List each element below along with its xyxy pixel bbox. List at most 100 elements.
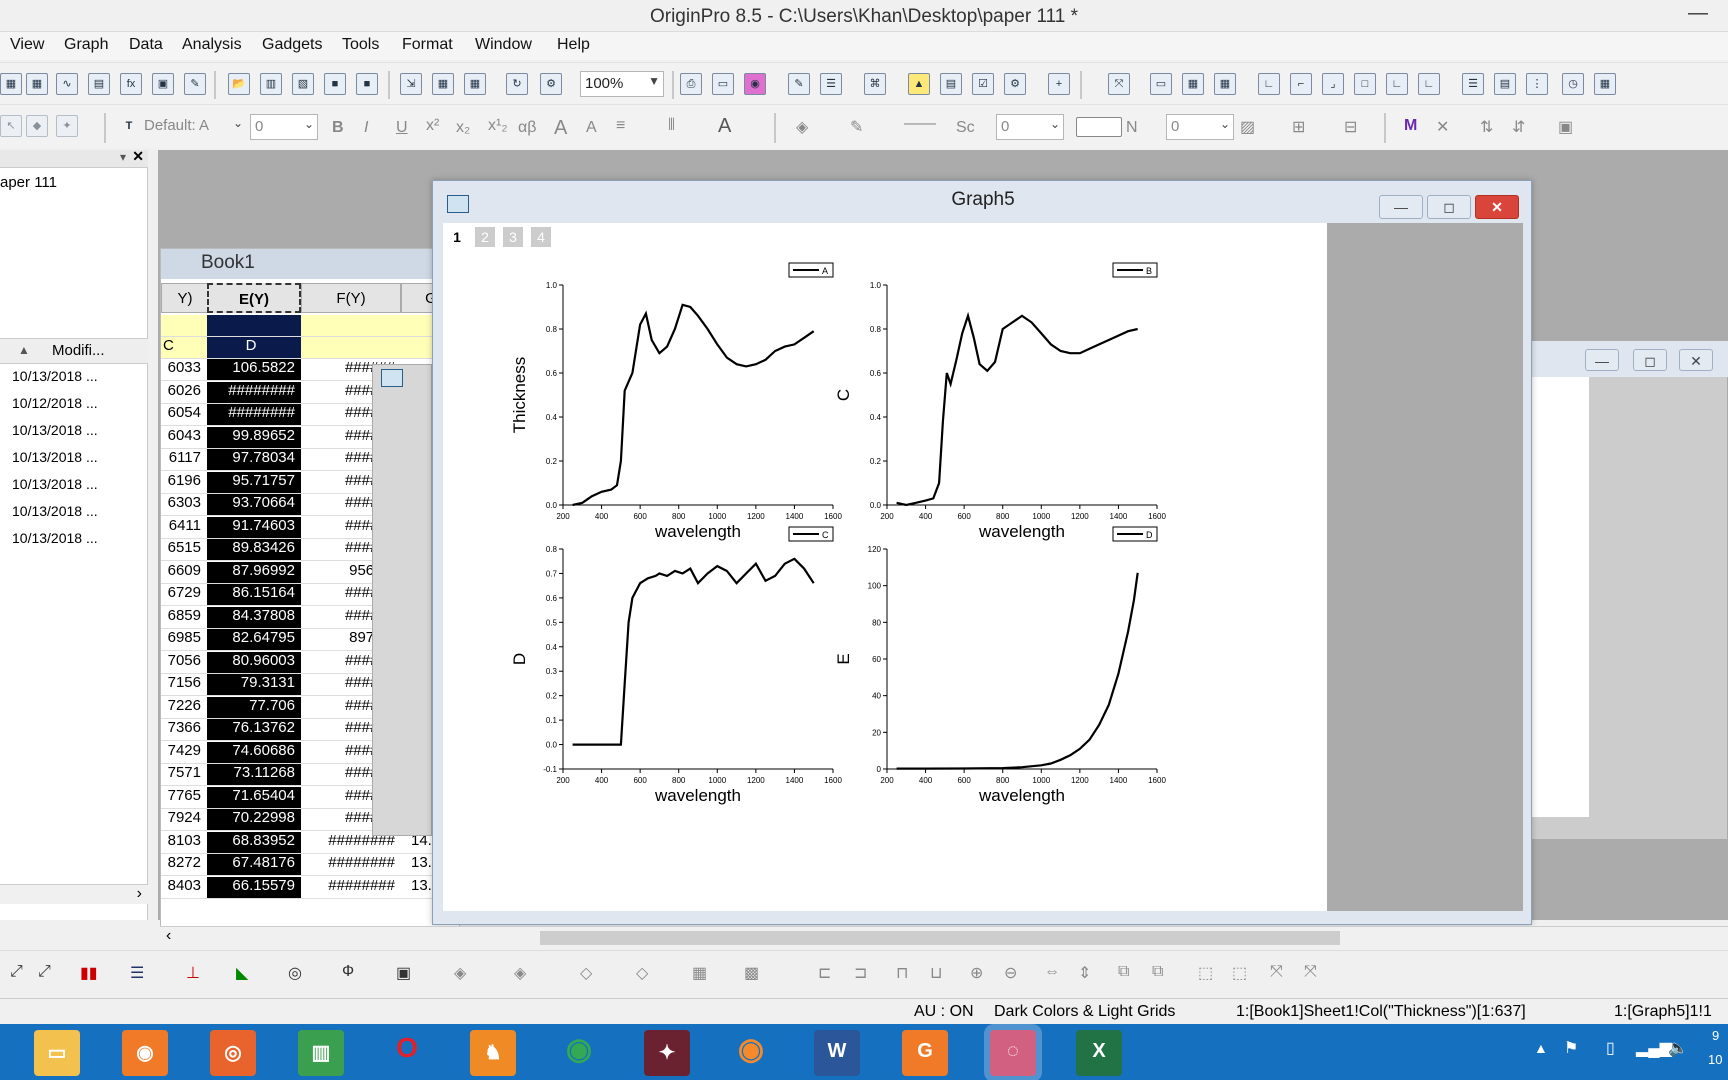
align-right-icon[interactable]: ⊐ [854,963,867,983]
cell-e[interactable]: 73.11268 [207,764,301,786]
cell-e[interactable]: 71.65404 [207,786,301,809]
cell-e[interactable]: ######## [207,404,301,426]
grid-border-icon[interactable]: ⊞ [1292,117,1305,137]
cell-e[interactable]: 68.83952 [207,831,301,854]
scrollbar-thumb[interactable] [540,931,1340,945]
cell-e[interactable]: 82.64795 [207,629,301,651]
workspace-scrollbar[interactable]: ‹ [160,926,1728,948]
cell-d[interactable]: 7226 [161,697,207,719]
3d-wire-icon[interactable]: ◇ [580,963,592,983]
new-workbook-icon[interactable]: ▦ [26,73,48,95]
cell-f[interactable]: ######## [301,877,401,899]
greek-button[interactable]: αβ [518,119,536,137]
lines-icon[interactable]: ☰ [1462,73,1484,95]
bring-front-icon[interactable]: ⧉ [1118,963,1129,981]
cell-e[interactable]: 74.60686 [207,741,301,764]
subscript-button[interactable]: x₂ [456,119,470,137]
chart-app-icon[interactable]: ▥ [298,1030,344,1076]
chevron-right-icon[interactable]: › [137,885,142,903]
unmask-icon[interactable]: ✕ [1436,117,1449,137]
draw-data-icon[interactable]: ✦ [56,115,78,137]
cell-d[interactable]: 6411 [161,517,207,539]
cell-d[interactable]: 6985 [161,629,207,651]
menu-help[interactable]: Help [557,36,590,54]
rescale-icon[interactable]: ⤧ [1108,73,1130,95]
same-width-icon[interactable]: ⇔ [1044,963,1060,981]
align-top-icon[interactable]: ⊓ [896,963,908,983]
background-graph-window[interactable] [372,364,432,836]
network-icon[interactable]: ▂▄▆ [1636,1038,1672,1058]
new-matrix-icon[interactable]: ▤ [88,73,110,95]
fill-width-select[interactable]: 0 ⌄ [1166,114,1234,140]
cell-d[interactable]: 6043 [161,427,207,449]
chevron-left-icon[interactable]: ‹ [166,927,171,945]
fill-pattern-icon[interactable] [1076,117,1122,137]
font-color-icon[interactable]: A [718,115,731,138]
fill-label[interactable]: N [1126,119,1138,137]
menu-analysis[interactable]: Analysis [182,36,242,54]
dropdown-icon[interactable]: ▾ [120,150,126,164]
chrome-browser-icon[interactable]: ◉ [556,1030,602,1076]
lock-icon[interactable]: ▣ [1558,117,1573,137]
layer-grid-two-icon[interactable]: ▦ [1214,73,1236,95]
polar-plot-icon[interactable]: ◎ [288,963,302,983]
cell-e[interactable]: 99.89652 [207,426,301,449]
new-project-icon[interactable]: ▦ [0,73,22,95]
cell-e[interactable]: 66.15579 [207,876,301,899]
minimize-button[interactable]: — [1585,349,1619,371]
cell-e[interactable]: 95.71757 [207,471,301,494]
same-height-icon[interactable]: ⇕ [1078,963,1091,983]
camera-app-icon[interactable]: ◎ [210,1030,256,1076]
3d-surface-icon[interactable]: ◈ [454,963,466,983]
tray-flag-icon[interactable]: ⚑ [1564,1038,1578,1058]
cell-d[interactable]: 7056 [161,652,207,674]
add-column-icon[interactable]: + [1048,73,1070,95]
cell-e[interactable]: 80.96003 [207,651,301,674]
group-icon[interactable]: ⬚ [1198,963,1213,983]
origin-app-icon[interactable]: ◌ [990,1030,1036,1076]
cell-d[interactable]: 8403 [161,877,207,899]
file-explorer-icon[interactable]: ▭ [34,1030,80,1076]
cell-e[interactable]: 70.22998 [207,809,301,831]
error-bar-icon[interactable]: ⊥ [186,963,200,983]
cell-d[interactable]: 6609 [161,562,207,584]
results-log-icon[interactable]: ☰ [820,73,842,95]
save-icon[interactable]: ■ [324,73,346,95]
clock-icon[interactable]: ◷ [1562,73,1584,95]
menu-data[interactable]: Data [129,36,163,54]
align-middle-icon[interactable]: ⊖ [1004,963,1017,983]
opera-browser-icon[interactable]: O [384,1030,430,1076]
axis-step-icon[interactable]: ∟ [1386,73,1408,95]
axis-top-left-icon[interactable]: ⌐ [1290,73,1312,95]
horizontal-scrollbar[interactable]: › [0,884,148,904]
3d-bar-icon[interactable]: ◈ [514,963,526,983]
close-button[interactable]: ✕ [1475,195,1519,219]
italic-button[interactable]: I [364,119,368,137]
cell-e[interactable]: 91.74603 [207,516,301,539]
fill-color-icon[interactable]: ◈ [796,117,808,137]
align-icon[interactable]: ≡ [616,117,625,135]
close-icon[interactable]: ✕ [132,148,144,165]
cell-d[interactable]: 7156 [161,674,207,696]
cell-e[interactable]: 79.3131 [207,674,301,696]
minimize-button[interactable]: — [1688,2,1708,25]
align-bottom-icon[interactable]: ⊔ [930,963,942,983]
column-header-e[interactable]: E(Y) [207,283,301,313]
recalculate-icon[interactable]: ↻ [506,73,528,95]
message-log-icon[interactable]: ☑ [972,73,994,95]
modified-column-header[interactable]: ▲ Modifi... [0,338,148,364]
align-left-icon[interactable]: ⊏ [818,963,831,983]
menu-graph[interactable]: Graph [64,36,108,54]
3d-mesh-icon[interactable]: ◇ [636,963,648,983]
project-folder[interactable]: aper 111 [0,174,57,191]
superscript-button[interactable]: x² [426,117,439,135]
column-info-icon[interactable]: ⋮ [1526,73,1548,95]
graph-layers[interactable]: 200 400 600 800 1000 1200 1400 16000.00.20.40.6… [443,223,1327,911]
decrease-font-button[interactable]: A [586,119,597,137]
export-graph-icon[interactable]: ▭ [712,73,734,95]
open-icon[interactable]: 📂 [228,73,250,95]
column-plot-icon[interactable]: ▮▮ [80,963,98,983]
cell-e[interactable]: 106.5822 [207,359,301,381]
excel-app-icon[interactable]: X [1076,1030,1122,1076]
cell-e[interactable]: ######## [207,381,301,404]
